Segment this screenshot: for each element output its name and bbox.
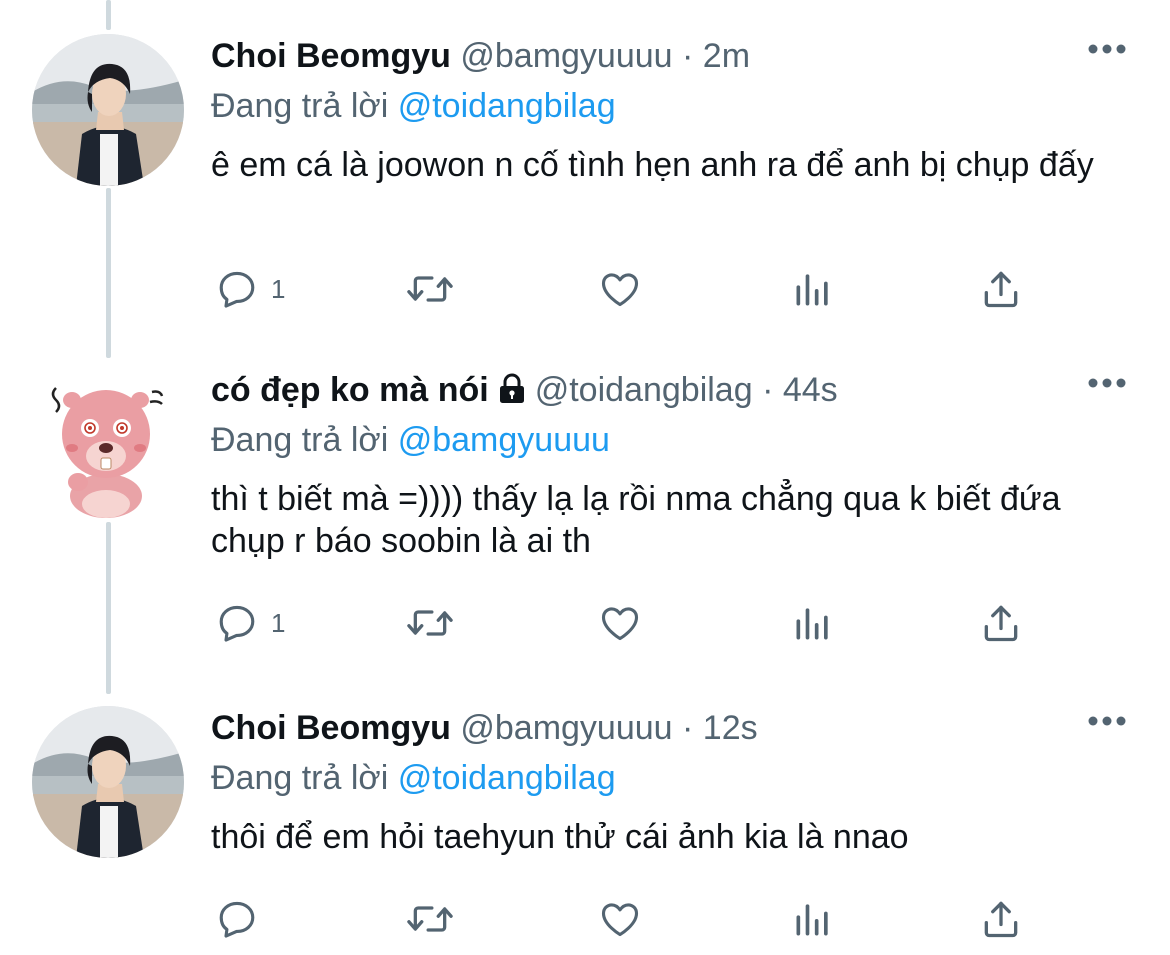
display-name[interactable]: Choi Beomgyu: [211, 709, 451, 747]
like-icon: [601, 273, 639, 307]
analytics-button[interactable]: [791, 264, 835, 314]
share-button[interactable]: [979, 264, 1023, 314]
tweet-text: thì t biết mà =)))) thấy lạ lạ rồi nma c…: [211, 480, 1061, 560]
more-icon[interactable]: [1087, 42, 1127, 56]
retweet-button[interactable]: [403, 264, 457, 314]
tweet-header: Choi Beomgyu @bamgyuuuu · 2m: [211, 34, 750, 78]
like-button[interactable]: [597, 264, 643, 314]
replying-to-label: Đang trả lời: [211, 421, 389, 459]
share-icon: [984, 271, 1018, 308]
like-button[interactable]: [597, 598, 643, 648]
replying-to-mention[interactable]: @toidangbilag: [398, 87, 616, 125]
tweet-header: Choi Beomgyu @bamgyuuuu · 12s: [211, 706, 758, 750]
replying-to: Đang trả lời @bamgyuuuu: [211, 418, 610, 462]
replying-to: Đang trả lời @toidangbilag: [211, 756, 616, 800]
thread-line: [106, 188, 111, 358]
reply-icon: [219, 605, 255, 642]
handle[interactable]: @bamgyuuuu: [460, 709, 672, 747]
analytics-button[interactable]: [791, 598, 835, 648]
separator-dot: ·: [762, 371, 774, 409]
replying-to-mention[interactable]: @bamgyuuuu: [398, 421, 610, 459]
handle[interactable]: @toidangbilag: [535, 371, 753, 409]
thread-line: [106, 522, 111, 694]
share-button[interactable]: [979, 894, 1023, 944]
timestamp[interactable]: 12s: [703, 709, 758, 747]
analytics-icon: [796, 274, 828, 306]
handle[interactable]: @bamgyuuuu: [460, 37, 672, 75]
display-name[interactable]: có đẹp ko mà nói: [211, 371, 489, 409]
share-button[interactable]: [979, 598, 1023, 648]
replying-to-label: Đang trả lời: [211, 759, 389, 797]
reply-button[interactable]: 1: [215, 598, 285, 648]
tweet-header: có đẹp ko mà nói @toidangbilag · 44s: [211, 368, 838, 412]
replying-to-mention[interactable]: @toidangbilag: [398, 759, 616, 797]
action-bar: 1: [211, 264, 1041, 314]
action-bar: [211, 894, 1041, 944]
avatar[interactable]: [32, 370, 184, 522]
reply-icon: [219, 901, 255, 938]
timestamp[interactable]: 44s: [783, 371, 838, 409]
share-icon: [984, 901, 1018, 938]
tweet-text: thôi để em hỏi taehyun thử cái ảnh kia l…: [211, 818, 909, 856]
like-icon: [601, 607, 639, 641]
tweet-text: ê em cá là joowon n cố tình hẹn anh ra đ…: [211, 146, 1094, 184]
lock-icon: [499, 373, 524, 403]
retweet-button[interactable]: [403, 894, 457, 944]
reply-icon: [219, 271, 255, 308]
display-name[interactable]: Choi Beomgyu: [211, 37, 451, 75]
more-icon[interactable]: [1087, 376, 1127, 390]
reply-button[interactable]: [215, 894, 259, 944]
analytics-icon: [796, 608, 828, 640]
retweet-button[interactable]: [403, 598, 457, 648]
replying-to: Đang trả lời @toidangbilag: [211, 84, 616, 128]
retweet-icon: [407, 276, 453, 302]
action-bar: 1: [211, 598, 1041, 648]
avatar[interactable]: [32, 706, 184, 858]
replying-to-label: Đang trả lời: [211, 87, 389, 125]
thread-line: [106, 0, 111, 30]
separator-dot: ·: [682, 709, 694, 747]
reply-button[interactable]: 1: [215, 264, 285, 314]
retweet-icon: [407, 906, 453, 932]
reply-count: 1: [271, 607, 286, 638]
analytics-button[interactable]: [791, 894, 835, 944]
like-button[interactable]: [597, 894, 643, 944]
analytics-icon: [796, 904, 828, 936]
more-icon[interactable]: [1087, 714, 1127, 728]
like-icon: [601, 903, 639, 937]
avatar[interactable]: [32, 34, 184, 186]
reply-count: 1: [271, 273, 286, 304]
retweet-icon: [407, 610, 453, 636]
timestamp[interactable]: 2m: [703, 37, 750, 75]
share-icon: [984, 605, 1018, 642]
separator-dot: ·: [682, 37, 694, 75]
